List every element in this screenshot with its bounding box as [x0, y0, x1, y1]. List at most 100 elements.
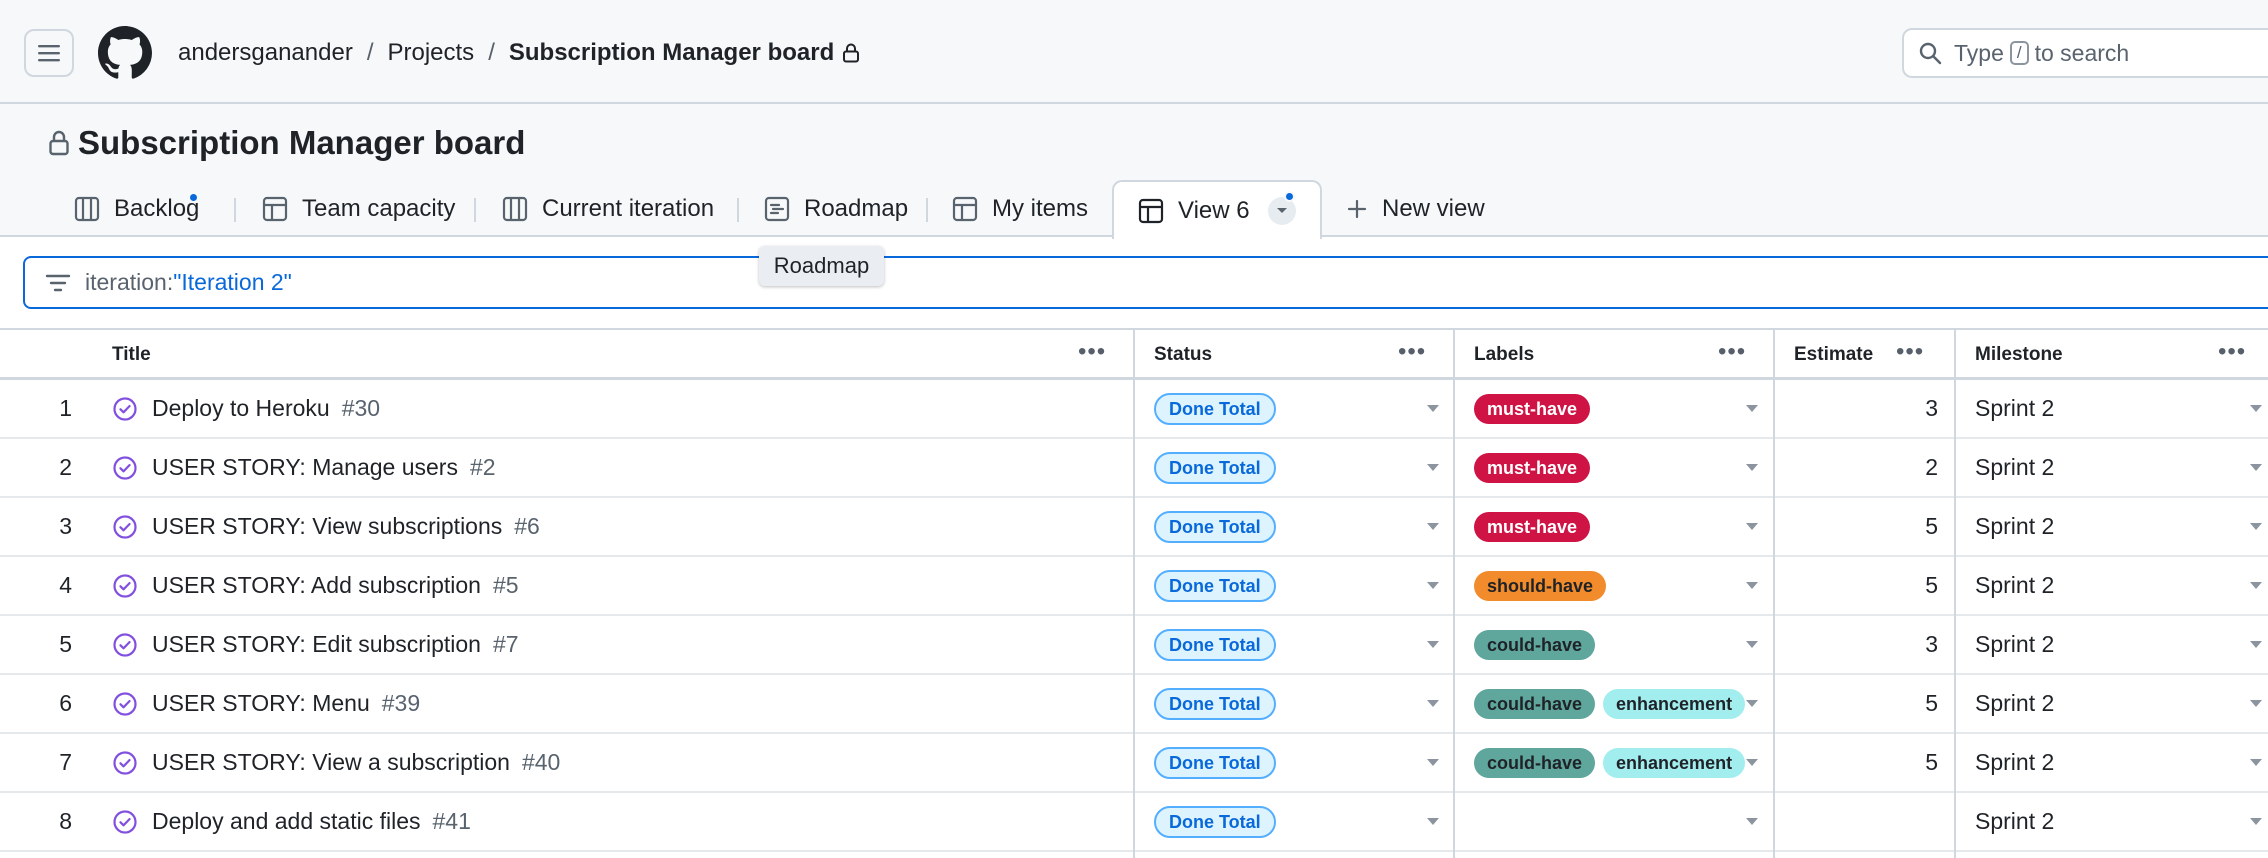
estimate-cell[interactable]: 5 — [1776, 557, 1938, 614]
tab-view-6[interactable]: View 6 — [1112, 180, 1322, 239]
column-title-menu-button[interactable]: ••• — [1078, 340, 1106, 364]
chevron-down-icon[interactable] — [2250, 582, 2262, 589]
title-cell[interactable]: USER STORY: Manage users #2 — [112, 439, 496, 496]
milestone-cell[interactable]: Sprint 2 — [1975, 557, 2054, 614]
github-logo-icon[interactable] — [98, 26, 152, 80]
estimate-cell[interactable]: 5 — [1776, 675, 1938, 732]
labels-cell[interactable]: could-have enhancement — [1474, 675, 1753, 732]
issue-number: #5 — [492, 572, 519, 598]
title-cell[interactable]: USER STORY: Add subscription #5 — [112, 557, 519, 614]
issue-title-link[interactable]: Deploy and add static files — [152, 808, 421, 835]
estimate-cell[interactable] — [1776, 793, 1938, 850]
issue-title-link[interactable]: USER STORY: Manage users — [152, 454, 458, 481]
chevron-down-icon[interactable] — [1746, 464, 1758, 471]
column-status-menu-button[interactable]: ••• — [1398, 340, 1426, 364]
search-input[interactable]: Type / to search — [1902, 28, 2268, 78]
chevron-down-icon[interactable] — [2250, 700, 2262, 707]
breadcrumb-projects-link[interactable]: Projects — [387, 39, 474, 67]
estimate-cell[interactable]: 3 — [1776, 616, 1938, 673]
labels-cell[interactable]: could-have — [1474, 616, 1603, 673]
chevron-down-icon[interactable] — [1746, 700, 1758, 707]
chevron-down-icon[interactable] — [1427, 818, 1439, 825]
breadcrumb-current-project[interactable]: Subscription Manager board — [509, 39, 834, 67]
chevron-down-icon[interactable] — [2250, 818, 2262, 825]
tab-backlog[interactable]: Backlog — [74, 180, 199, 237]
column-header-labels[interactable]: Labels — [1474, 330, 1534, 379]
column-milestone-menu-button[interactable]: ••• — [2218, 340, 2246, 364]
labels-cell[interactable]: must-have — [1474, 498, 1598, 555]
status-cell[interactable]: Done Total — [1154, 380, 1276, 437]
column-labels-menu-button[interactable]: ••• — [1718, 340, 1746, 364]
chevron-down-icon[interactable] — [2250, 464, 2262, 471]
column-estimate-menu-button[interactable]: ••• — [1896, 340, 1924, 364]
tab-team-capacity[interactable]: Team capacity — [262, 180, 455, 237]
chevron-down-icon[interactable] — [2250, 759, 2262, 766]
tab-my-items[interactable]: My items — [952, 180, 1088, 237]
estimate-cell[interactable]: 5 — [1776, 734, 1938, 791]
breadcrumb-owner-link[interactable]: andersganander — [178, 39, 353, 67]
chevron-down-icon[interactable] — [1746, 641, 1758, 648]
estimate-cell[interactable]: 5 — [1776, 498, 1938, 555]
chevron-down-icon[interactable] — [1427, 700, 1439, 707]
issue-title-link[interactable]: USER STORY: View subscriptions — [152, 513, 502, 540]
status-cell[interactable]: Done Total — [1154, 675, 1276, 732]
view-options-button[interactable] — [1267, 190, 1296, 225]
chevron-down-icon[interactable] — [1427, 641, 1439, 648]
title-cell[interactable]: Deploy and add static files #41 — [112, 793, 471, 850]
labels-cell[interactable]: must-have — [1474, 380, 1598, 437]
labels-cell[interactable]: should-have — [1474, 557, 1614, 614]
chevron-down-icon[interactable] — [1427, 523, 1439, 530]
issue-title-link[interactable]: USER STORY: View a subscription — [152, 749, 510, 776]
status-cell[interactable]: Done Total — [1154, 557, 1276, 614]
labels-cell[interactable]: must-have — [1474, 439, 1598, 496]
column-header-title[interactable]: Title — [112, 330, 151, 379]
new-view-button[interactable]: New view — [1346, 180, 1485, 237]
chevron-down-icon[interactable] — [2250, 641, 2262, 648]
status-cell[interactable]: Done Total — [1154, 616, 1276, 673]
tab-roadmap[interactable]: Roadmap — [764, 180, 908, 237]
estimate-cell[interactable]: 3 — [1776, 380, 1938, 437]
issue-number: #6 — [514, 513, 540, 539]
column-header-estimate[interactable]: Estimate — [1794, 330, 1873, 379]
chevron-down-icon[interactable] — [2250, 523, 2262, 530]
column-header-status[interactable]: Status — [1154, 330, 1212, 379]
milestone-cell[interactable]: Sprint 2 — [1975, 734, 2054, 791]
title-cell[interactable]: USER STORY: Edit subscription #7 — [112, 616, 519, 673]
title-cell[interactable]: Deploy to Heroku #30 — [112, 380, 380, 437]
milestone-cell[interactable]: Sprint 2 — [1975, 380, 2054, 437]
labels-cell[interactable]: could-have enhancement — [1474, 734, 1753, 791]
title-cell[interactable]: USER STORY: View subscriptions #6 — [112, 498, 540, 555]
chevron-down-icon[interactable] — [1427, 405, 1439, 412]
estimate-cell[interactable]: 2 — [1776, 439, 1938, 496]
chevron-down-icon[interactable] — [1427, 759, 1439, 766]
filter-input[interactable]: iteration: "Iteration 2" — [23, 256, 2268, 309]
tab-current-iteration[interactable]: Current iteration — [502, 180, 714, 237]
chevron-down-icon[interactable] — [2250, 405, 2262, 412]
milestone-cell[interactable]: Sprint 2 — [1975, 616, 2054, 673]
issue-title-link[interactable]: USER STORY: Menu — [152, 690, 370, 717]
title-cell[interactable]: USER STORY: View a subscription #40 — [112, 734, 560, 791]
chevron-down-icon[interactable] — [1746, 582, 1758, 589]
chevron-down-icon[interactable] — [1746, 405, 1758, 412]
board-icon — [502, 196, 528, 222]
chevron-down-icon[interactable] — [1427, 464, 1439, 471]
status-cell[interactable]: Done Total — [1154, 734, 1276, 791]
status-cell[interactable]: Done Total — [1154, 439, 1276, 496]
issue-title-link[interactable]: Deploy to Heroku — [152, 395, 330, 422]
tab-divider — [926, 198, 928, 222]
milestone-cell[interactable]: Sprint 2 — [1975, 793, 2054, 850]
hamburger-menu-button[interactable] — [24, 29, 74, 77]
chevron-down-icon[interactable] — [1746, 818, 1758, 825]
chevron-down-icon[interactable] — [1746, 759, 1758, 766]
status-cell[interactable]: Done Total — [1154, 793, 1276, 850]
milestone-cell[interactable]: Sprint 2 — [1975, 498, 2054, 555]
milestone-cell[interactable]: Sprint 2 — [1975, 439, 2054, 496]
issue-title-link[interactable]: USER STORY: Add subscription — [152, 572, 481, 599]
column-header-milestone[interactable]: Milestone — [1975, 330, 2063, 379]
milestone-cell[interactable]: Sprint 2 — [1975, 675, 2054, 732]
title-cell[interactable]: USER STORY: Menu #39 — [112, 675, 420, 732]
chevron-down-icon[interactable] — [1427, 582, 1439, 589]
status-cell[interactable]: Done Total — [1154, 498, 1276, 555]
issue-title-link[interactable]: USER STORY: Edit subscription — [152, 631, 481, 658]
chevron-down-icon[interactable] — [1746, 523, 1758, 530]
